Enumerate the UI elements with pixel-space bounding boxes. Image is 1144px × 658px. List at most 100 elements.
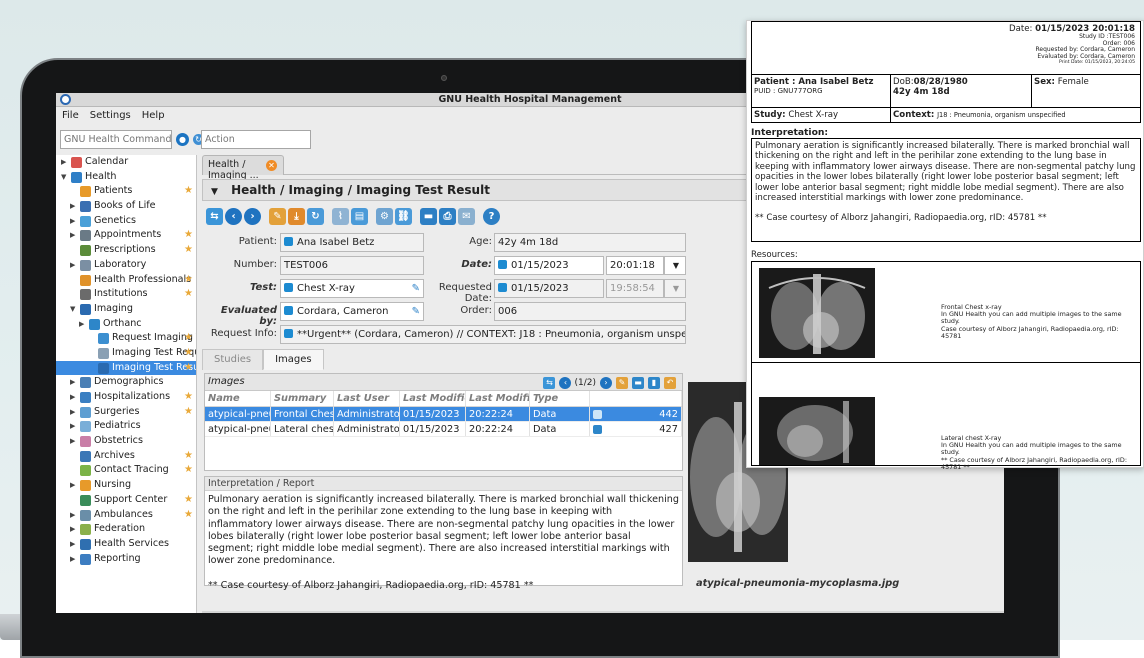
time-field[interactable]: 20:01:18 xyxy=(606,256,664,275)
column-header[interactable]: Last User xyxy=(334,391,400,406)
favorite-star-icon[interactable]: ★ xyxy=(184,463,193,478)
sidebar-item-health[interactable]: ▼ Health xyxy=(56,170,196,185)
favorite-star-icon[interactable]: ★ xyxy=(184,493,193,508)
expanded-arrow-icon[interactable]: ▼ xyxy=(61,170,66,185)
collapsed-arrow-icon[interactable]: ▶ xyxy=(70,390,75,405)
sidebar-item-imaging-test-reque[interactable]: Imaging Test Reque ★ xyxy=(56,346,196,361)
previous-record-icon[interactable]: ‹ xyxy=(225,207,242,225)
sidebar-item-health-services[interactable]: ▶ Health Services xyxy=(56,537,196,552)
column-header[interactable] xyxy=(590,391,682,406)
sidebar-item-patients[interactable]: Patients ★ xyxy=(56,184,196,199)
favorite-star-icon[interactable]: ★ xyxy=(184,184,193,199)
favorite-star-icon[interactable]: ★ xyxy=(184,287,193,302)
menu-settings[interactable]: Settings xyxy=(90,110,131,121)
sidebar-item-contact-tracing[interactable]: Contact Tracing ★ xyxy=(56,463,196,478)
undo-icon[interactable]: ↶ xyxy=(664,377,676,389)
sidebar-item-request-imaging-te[interactable]: Request Imaging Te ★ xyxy=(56,331,196,346)
action-icon[interactable]: ⚙ xyxy=(376,207,393,225)
sidebar-item-surgeries[interactable]: ▶ Surgeries ★ xyxy=(56,405,196,420)
date-field[interactable]: 01/15/2023 xyxy=(494,256,604,275)
save-icon[interactable]: ⤓ xyxy=(288,207,305,225)
next-record-icon[interactable]: › xyxy=(600,377,612,389)
number-field[interactable]: TEST006 xyxy=(280,256,424,275)
sidebar-item-support-center[interactable]: Support Center ★ xyxy=(56,493,196,508)
tab-imaging-result[interactable]: Health / Imaging ... ✕ xyxy=(202,155,284,181)
favorite-star-icon[interactable]: ★ xyxy=(184,243,193,258)
report-icon[interactable]: ▬ xyxy=(420,207,437,225)
sidebar-item-pediatrics[interactable]: ▶ Pediatrics xyxy=(56,419,196,434)
sidebar-item-genetics[interactable]: ▶ Genetics xyxy=(56,214,196,229)
collapsed-arrow-icon[interactable]: ▶ xyxy=(70,375,75,390)
attachment-icon[interactable]: ⌇ xyxy=(332,207,349,225)
sidebar-item-demographics[interactable]: ▶ Demographics xyxy=(56,375,196,390)
sidebar-item-orthanc[interactable]: ▶ Orthanc xyxy=(56,317,196,332)
command-input[interactable] xyxy=(60,130,172,149)
test-field[interactable]: Chest X-ray ✎ xyxy=(280,279,424,298)
collapsed-arrow-icon[interactable]: ▶ xyxy=(70,199,75,214)
table-row[interactable]: atypical-pneurLateral chest XAdministrat… xyxy=(205,422,682,437)
next-record-icon[interactable]: › xyxy=(244,207,261,225)
sidebar-item-books-of-life[interactable]: ▶ Books of Life xyxy=(56,199,196,214)
sidebar-item-calendar[interactable]: ▶ Calendar xyxy=(56,155,196,170)
new-record-icon[interactable]: ✎ xyxy=(616,377,628,389)
collapsed-arrow-icon[interactable]: ▶ xyxy=(70,419,75,434)
collapsed-arrow-icon[interactable]: ▶ xyxy=(70,405,75,420)
reload-icon[interactable]: ↻ xyxy=(307,207,324,225)
expanded-arrow-icon[interactable]: ▼ xyxy=(70,302,75,317)
action-input[interactable]: Action xyxy=(201,130,311,149)
column-header[interactable]: Type xyxy=(530,391,590,406)
sidebar-item-hospitalizations[interactable]: ▶ Hospitalizations ★ xyxy=(56,390,196,405)
favorite-star-icon[interactable]: ★ xyxy=(184,405,193,420)
sidebar-item-ambulances[interactable]: ▶ Ambulances ★ xyxy=(56,508,196,523)
sidebar-item-laboratory[interactable]: ▶ Laboratory xyxy=(56,258,196,273)
edit-link-icon[interactable]: ✎ xyxy=(412,303,420,320)
column-header[interactable]: Summary xyxy=(271,391,334,406)
run-command-icon[interactable]: ● xyxy=(176,133,189,146)
collapsed-arrow-icon[interactable]: ▶ xyxy=(70,258,75,273)
relate-icon[interactable]: ⛓ xyxy=(395,207,412,225)
evaluated-by-field[interactable]: Cordara, Cameron ✎ xyxy=(280,302,424,321)
sidebar-item-federation[interactable]: ▶ Federation xyxy=(56,522,196,537)
sidebar-item-institutions[interactable]: Institutions ★ xyxy=(56,287,196,302)
tab-studies[interactable]: Studies xyxy=(202,349,264,370)
sidebar-item-imaging-test-resul[interactable]: Imaging Test Resul ★ xyxy=(56,360,196,376)
collapsed-arrow-icon[interactable]: ▶ xyxy=(61,155,66,170)
time-dropdown[interactable]: ▼ xyxy=(664,256,686,275)
switch-view-icon[interactable]: ⇆ xyxy=(206,207,223,225)
notes-icon[interactable]: ▤ xyxy=(351,207,368,225)
switch-view-icon[interactable]: ⇆ xyxy=(543,377,556,389)
menu-file[interactable]: File xyxy=(62,110,79,121)
previous-record-icon[interactable]: ‹ xyxy=(559,377,572,389)
collapsed-arrow-icon[interactable]: ▶ xyxy=(79,317,84,332)
favorite-star-icon[interactable]: ★ xyxy=(184,331,193,346)
menu-help[interactable]: Help xyxy=(142,110,165,121)
sidebar-item-obstetrics[interactable]: ▶ Obstetrics xyxy=(56,434,196,449)
column-header[interactable]: Last Modific xyxy=(466,391,530,406)
email-icon[interactable]: ✉ xyxy=(458,207,475,225)
help-icon[interactable]: ? xyxy=(483,207,500,225)
favorite-star-icon[interactable]: ★ xyxy=(184,346,193,361)
favorite-star-icon[interactable]: ★ xyxy=(184,449,193,464)
favorite-star-icon[interactable]: ★ xyxy=(184,508,193,523)
favorite-star-icon[interactable]: ★ xyxy=(184,361,193,376)
collapsed-arrow-icon[interactable]: ▶ xyxy=(70,214,75,229)
sidebar-item-nursing[interactable]: ▶ Nursing xyxy=(56,478,196,493)
column-header[interactable]: Name xyxy=(205,391,271,406)
collapsed-arrow-icon[interactable]: ▶ xyxy=(70,552,75,567)
favorite-star-icon[interactable]: ★ xyxy=(184,273,193,288)
collapsed-arrow-icon[interactable]: ▶ xyxy=(70,508,75,523)
collapsed-arrow-icon[interactable]: ▶ xyxy=(70,434,75,449)
patient-field[interactable]: Ana Isabel Betz xyxy=(280,233,424,252)
new-record-icon[interactable]: ✎ xyxy=(269,207,286,225)
interpretation-textarea[interactable]: Pulmonary aeration is significantly incr… xyxy=(205,491,682,595)
sidebar-item-imaging[interactable]: ▼ Imaging xyxy=(56,302,196,317)
collapsed-arrow-icon[interactable]: ▶ xyxy=(70,537,75,552)
sidebar-item-appointments[interactable]: ▶ Appointments ★ xyxy=(56,228,196,243)
sidebar-item-health-professionals[interactable]: Health Professionals ★ xyxy=(56,273,196,288)
close-tab-icon[interactable]: ✕ xyxy=(266,160,277,171)
collapsed-arrow-icon[interactable]: ▶ xyxy=(70,522,75,537)
column-header[interactable]: Last Modific xyxy=(400,391,466,406)
delete-record-icon[interactable]: ▮ xyxy=(648,377,660,389)
sidebar-item-archives[interactable]: Archives ★ xyxy=(56,449,196,464)
sidebar-item-prescriptions[interactable]: Prescriptions ★ xyxy=(56,243,196,258)
